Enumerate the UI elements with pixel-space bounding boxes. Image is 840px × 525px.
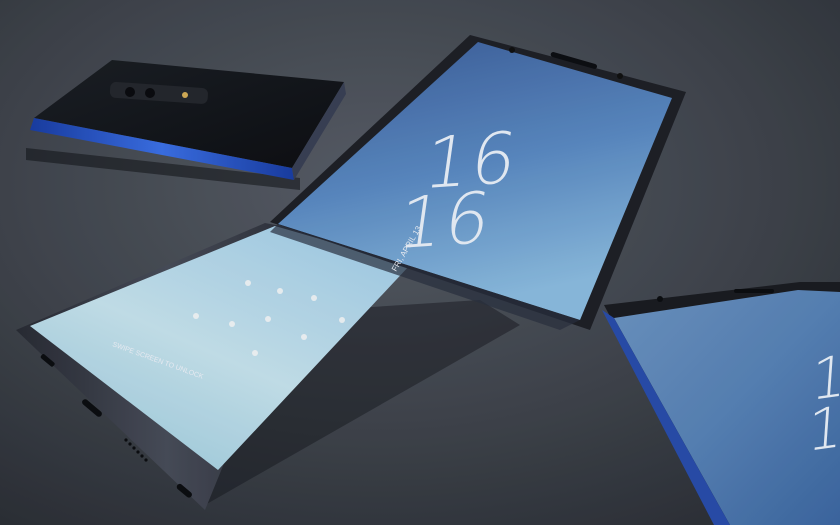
scene-svg: 16 16 FRI, APRIL 13 SWIPE SCREEN TO UNLO… [0,0,840,525]
scene: 16 16 FRI, APRIL 13 SWIPE SCREEN TO UNLO… [0,0,840,525]
vignette [0,0,840,525]
